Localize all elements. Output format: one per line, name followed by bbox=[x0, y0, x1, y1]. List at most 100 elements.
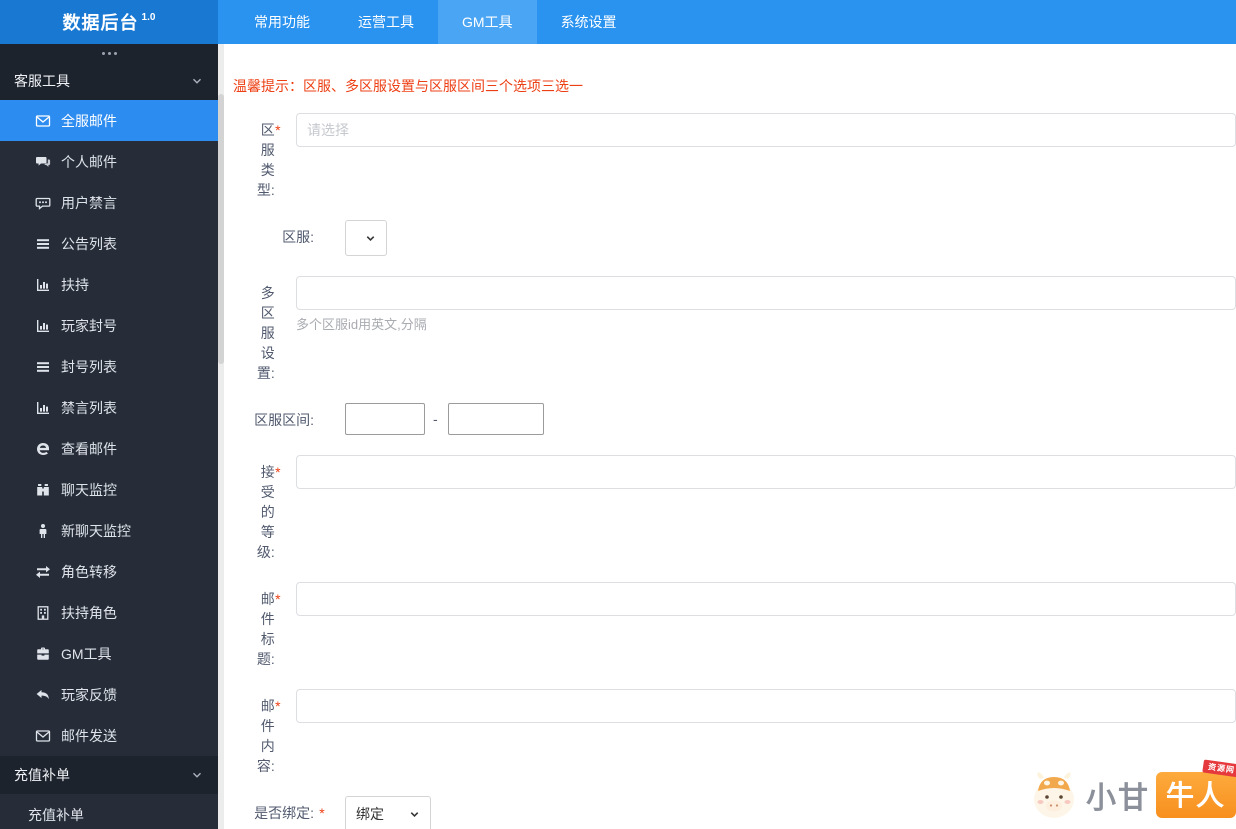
app-version: 1.0 bbox=[141, 11, 156, 23]
chevron-down-icon bbox=[409, 809, 420, 820]
sidebar: 客服工具 全服邮件 个人邮件 用户禁言 公告列表 扶持 玩家封号 封号列表 禁言… bbox=[0, 44, 224, 829]
bar-chart-icon bbox=[35, 277, 51, 293]
bar-chart-icon bbox=[35, 318, 51, 334]
multi-server-hint: 多个区服id用英文,分隔 bbox=[296, 317, 427, 332]
building-icon bbox=[35, 605, 51, 621]
envelope-icon bbox=[35, 728, 51, 744]
tab-system-settings[interactable]: 系统设置 bbox=[537, 0, 641, 44]
menu-label: 扶持角色 bbox=[61, 604, 117, 621]
sidebar-item-player-feedback[interactable]: 玩家反馈 bbox=[0, 674, 218, 715]
menu-label: 新聊天监控 bbox=[61, 522, 131, 539]
menu-label: 玩家封号 bbox=[61, 317, 117, 334]
watermark-badge-text: 牛人 bbox=[1165, 780, 1226, 811]
menu-label: 查看邮件 bbox=[61, 440, 117, 457]
field-label: 区服: bbox=[282, 229, 314, 245]
server-range-start-input[interactable] bbox=[345, 403, 425, 435]
menu-label: 角色转移 bbox=[61, 563, 117, 580]
all-server-mail-form: 区服类型: * 区服: 多区服设置: 多个区 bbox=[224, 113, 1236, 829]
comments-icon bbox=[35, 154, 51, 170]
menu-label: 玩家反馈 bbox=[61, 686, 117, 703]
list-icon bbox=[35, 359, 51, 375]
sidebar-item-support[interactable]: 扶持 bbox=[0, 264, 218, 305]
tab-common-functions[interactable]: 常用功能 bbox=[230, 0, 334, 44]
field-mail-content: 邮件内容: * bbox=[224, 689, 1236, 776]
menu-label: 封号列表 bbox=[61, 358, 117, 375]
menu-label: 邮件发送 bbox=[61, 727, 117, 744]
envelope-icon bbox=[35, 113, 51, 129]
tab-operation-tools[interactable]: 运营工具 bbox=[334, 0, 438, 44]
sidebar-item-gm-tools[interactable]: GM工具 bbox=[0, 633, 218, 674]
app-title: 数据后台 1.0 bbox=[0, 0, 218, 44]
group-label: 充值补单 bbox=[14, 767, 70, 783]
sidebar-item-all-server-mail[interactable]: 全服邮件 bbox=[0, 100, 218, 141]
mail-title-input[interactable] bbox=[296, 582, 1236, 616]
required-mark: * bbox=[275, 591, 281, 607]
menu-label: 公告列表 bbox=[61, 235, 117, 252]
chevron-down-icon bbox=[365, 233, 376, 244]
sidebar-item-mail-send[interactable]: 邮件发送 bbox=[0, 715, 218, 756]
sidebar-item-chat-monitor[interactable]: 聊天监控 bbox=[0, 469, 218, 510]
required-mark: * bbox=[275, 464, 281, 480]
sidebar-item-new-chat-monitor[interactable]: 新聊天监控 bbox=[0, 510, 218, 551]
field-label: 多区服设置: bbox=[256, 285, 275, 381]
multi-server-input[interactable] bbox=[296, 276, 1236, 310]
exchange-arrows-icon bbox=[35, 564, 51, 580]
sidebar-item-role-transfer[interactable]: 角色转移 bbox=[0, 551, 218, 592]
field-label: 是否绑定: bbox=[254, 805, 314, 821]
chevron-down-icon bbox=[190, 74, 204, 88]
is-bind-select[interactable]: 绑定 bbox=[345, 796, 431, 829]
app-root: 数据后台 1.0 常用功能 运营工具 GM工具 系统设置 客服工具 全服邮件 个人… bbox=[0, 0, 1236, 829]
bar-chart-icon bbox=[35, 400, 51, 416]
sidebar-item-ban-list[interactable]: 封号列表 bbox=[0, 346, 218, 387]
field-accept-level: 接受的等级: * bbox=[224, 455, 1236, 562]
top-bar: 数据后台 1.0 常用功能 运营工具 GM工具 系统设置 bbox=[0, 0, 1236, 44]
mail-content-input[interactable] bbox=[296, 689, 1236, 723]
field-mail-title: 邮件标题: * bbox=[224, 582, 1236, 669]
top-nav: 常用功能 运营工具 GM工具 系统设置 bbox=[230, 0, 641, 44]
sidebar-item-personal-mail[interactable]: 个人邮件 bbox=[0, 141, 218, 182]
is-bind-selected-value: 绑定 bbox=[356, 806, 384, 822]
tab-gm-tools[interactable]: GM工具 bbox=[438, 0, 537, 44]
field-label: 区服类型: bbox=[256, 122, 275, 198]
app-title-text: 数据后台 bbox=[62, 13, 139, 33]
sidebar-item-player-ban[interactable]: 玩家封号 bbox=[0, 305, 218, 346]
range-separator: - bbox=[433, 411, 438, 427]
field-multi-server: 多区服设置: 多个区服id用英文,分隔 bbox=[224, 276, 1236, 383]
cow-mascot-icon bbox=[1033, 772, 1074, 818]
server-range-end-input[interactable] bbox=[447, 403, 544, 435]
briefcase-icon bbox=[35, 646, 51, 662]
sidebar-item-user-mute[interactable]: 用户禁言 bbox=[0, 182, 218, 223]
sidebar-item-recharge-reorder[interactable]: 充值补单 bbox=[0, 794, 218, 829]
menu-label: 用户禁言 bbox=[61, 194, 117, 211]
server-type-input[interactable] bbox=[296, 113, 1236, 147]
sidebar-item-announcement-list[interactable]: 公告列表 bbox=[0, 223, 218, 264]
sidebar-group-customer-service[interactable]: 客服工具 bbox=[0, 62, 218, 100]
required-mark: * bbox=[319, 805, 325, 821]
required-mark: * bbox=[275, 122, 281, 138]
accept-level-input[interactable] bbox=[296, 455, 1236, 489]
edge-e-icon bbox=[35, 441, 51, 457]
sidebar-item-view-mail[interactable]: 查看邮件 bbox=[0, 428, 218, 469]
list-icon bbox=[35, 236, 51, 252]
field-label: 邮件内容: bbox=[256, 698, 275, 774]
field-label: 区服区间: bbox=[254, 412, 314, 428]
site-watermark: 小甘 牛人 资源网 bbox=[1028, 759, 1236, 821]
server-select[interactable] bbox=[345, 220, 387, 256]
more-dots-icon bbox=[101, 51, 117, 55]
comment-dots-icon bbox=[35, 195, 51, 211]
menu-label: 禁言列表 bbox=[61, 399, 117, 416]
chevron-down-icon bbox=[190, 768, 204, 782]
menu-label: 全服邮件 bbox=[61, 112, 117, 129]
watermark-badge: 牛人 资源网 bbox=[1155, 759, 1236, 818]
reply-arrow-icon bbox=[35, 687, 51, 703]
field-server: 区服: bbox=[224, 220, 1236, 256]
sidebar-item-mute-list[interactable]: 禁言列表 bbox=[0, 387, 218, 428]
sidebar-collapse-toggle[interactable] bbox=[0, 44, 218, 62]
main-content: 温馨提示：区服、多区服设置与区服区间三个选项三选一 区服类型: * 区服: bbox=[224, 44, 1236, 829]
field-server-range: 区服区间: - bbox=[224, 403, 1236, 435]
menu-label: 充值补单 bbox=[28, 806, 84, 823]
sidebar-item-support-role[interactable]: 扶持角色 bbox=[0, 592, 218, 633]
group-label: 客服工具 bbox=[14, 73, 70, 89]
sidebar-group-recharge-reorder[interactable]: 充值补单 bbox=[0, 756, 218, 794]
form-warning-tip: 温馨提示：区服、多区服设置与区服区间三个选项三选一 bbox=[233, 78, 583, 94]
